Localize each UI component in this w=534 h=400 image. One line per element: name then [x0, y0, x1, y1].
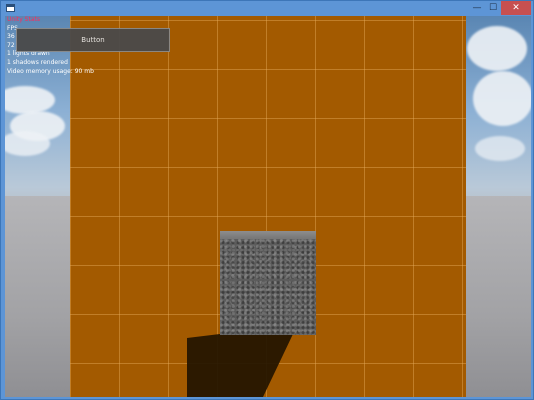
app-window: — ☐ ✕ Unity Stats FPS 36 72 1 lights dra… — [0, 0, 534, 400]
cube-top-face — [220, 231, 316, 239]
stats-title: Unity Stats — [7, 16, 40, 23]
game-viewport[interactable]: Unity Stats FPS 36 72 1 lights drawn 1 s… — [5, 16, 531, 397]
stone-cube[interactable] — [220, 231, 316, 335]
title-bar[interactable]: — ☐ ✕ — [1, 1, 533, 15]
gui-button[interactable]: Button — [16, 28, 170, 52]
stats-line: Video memory usage: 90 mb — [7, 67, 94, 75]
close-button[interactable]: ✕ — [501, 1, 531, 15]
maximize-button[interactable]: ☐ — [485, 1, 501, 15]
app-window-icon[interactable] — [6, 4, 15, 12]
minimize-button[interactable]: — — [469, 1, 485, 15]
stats-line: 1 shadows rendered — [7, 58, 68, 66]
cube-front-face — [220, 239, 316, 335]
window-controls: — ☐ ✕ — [469, 1, 531, 15]
